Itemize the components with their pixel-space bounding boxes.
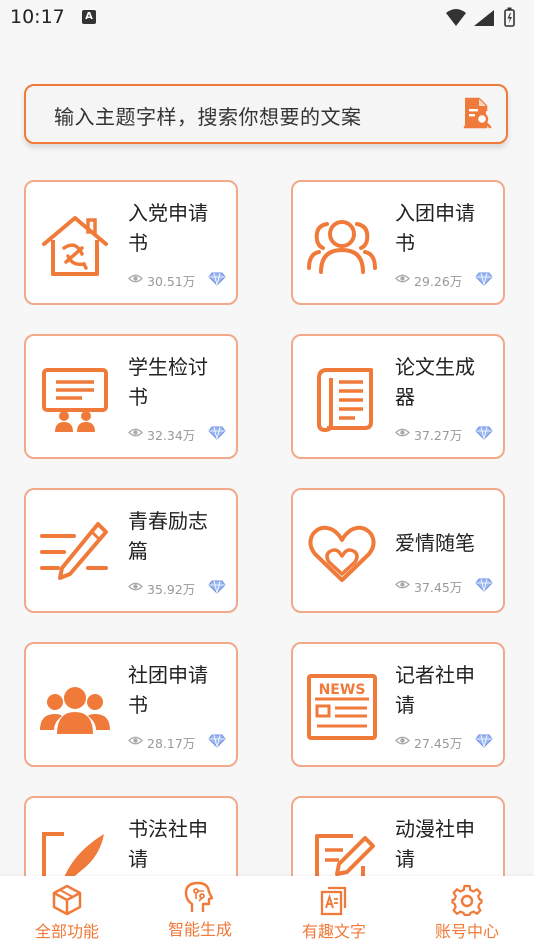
nav-all-functions[interactable]: 全部功能: [12, 884, 122, 948]
card-meta: 29.26万: [395, 270, 493, 289]
card-youth-inspiration[interactable]: 青春励志篇 35.92万: [24, 488, 238, 613]
nav-fun-text[interactable]: 有趣文字: [279, 884, 389, 948]
view-count: 37.27万: [414, 428, 463, 443]
club-people-icon: [40, 687, 110, 734]
view-count: 35.92万: [147, 582, 196, 597]
card-league-application[interactable]: 入团申请书 29.26万: [291, 180, 505, 305]
group-people-icon: [307, 220, 377, 274]
card-meta: 28.17万: [128, 732, 226, 751]
card-meta: 27.45万: [395, 732, 493, 751]
card-meta: 32.34万: [128, 424, 226, 443]
pen-writing-icon: [40, 522, 108, 580]
view-count: 30.51万: [147, 274, 196, 289]
eye-icon: [128, 582, 143, 591]
eye-icon: [128, 736, 143, 745]
card-love-essay[interactable]: 爱情随笔 37.45万: [291, 488, 505, 613]
diamond-icon: [208, 272, 226, 286]
nav-label: 智能生成: [167, 920, 232, 939]
card-student-self-criticism[interactable]: 学生检讨书 32.34万: [24, 334, 238, 459]
card-meta: 35.92万: [128, 578, 226, 597]
nav-label: 账号中心: [434, 922, 499, 941]
diamond-icon: [208, 426, 226, 440]
diamond-icon: [208, 734, 226, 748]
text-document-icon: [320, 886, 347, 916]
diamond-icon: [208, 580, 226, 594]
card-title: 动漫社申请: [395, 817, 475, 871]
status-time: 10:17: [10, 6, 65, 28]
eye-icon: [395, 580, 410, 589]
eye-icon: [128, 274, 143, 283]
diamond-icon: [475, 272, 493, 286]
status-bar: 10:17 A: [0, 0, 534, 38]
search-box[interactable]: 输入主题字样，搜索你想要的文案: [24, 84, 508, 144]
nav-label: 有趣文字: [301, 922, 366, 941]
paper-scroll-icon: [317, 368, 373, 433]
card-title: 入团申请书: [395, 201, 475, 255]
nav-account-center[interactable]: 账号中心: [412, 884, 522, 948]
signal-icon: [474, 10, 494, 26]
card-title: 记者社申请: [395, 663, 475, 717]
card-journalist-club[interactable]: NEWS 记者社申请 27.45万: [291, 642, 505, 767]
diamond-icon: [475, 734, 493, 748]
presentation-board-icon: [42, 368, 108, 432]
card-title: 书法社申请: [128, 817, 208, 871]
nav-smart-generate[interactable]: 智能生成: [145, 880, 255, 944]
search-input[interactable]: 输入主题字样，搜索你想要的文案: [54, 101, 362, 130]
card-meta: 30.51万: [128, 270, 226, 289]
view-count: 27.45万: [414, 736, 463, 751]
news-icon-text: NEWS: [319, 682, 366, 698]
status-icons: [446, 7, 515, 27]
card-title: 青春励志篇: [128, 509, 208, 563]
card-meta: 37.27万: [395, 424, 493, 443]
view-count: 28.17万: [147, 736, 196, 751]
ai-brain-icon: [184, 881, 214, 912]
party-house-icon: [42, 216, 108, 276]
newspaper-icon: NEWS: [307, 674, 377, 740]
box-icon: [52, 884, 82, 916]
card-club-application[interactable]: 社团申请书 28.17万: [24, 642, 238, 767]
document-search-icon[interactable]: [462, 97, 492, 129]
eye-icon: [395, 428, 410, 437]
card-title: 论文生成器: [395, 355, 475, 409]
eye-icon: [395, 736, 410, 745]
card-title: 爱情随笔: [395, 531, 475, 555]
card-title: 学生检讨书: [128, 355, 208, 409]
diamond-icon: [475, 426, 493, 440]
card-title: 入党申请书: [128, 201, 208, 255]
view-count: 37.45万: [414, 580, 463, 595]
gear-icon: [451, 884, 483, 916]
view-count: 32.34万: [147, 428, 196, 443]
notification-icon: A: [82, 10, 96, 24]
card-paper-generator[interactable]: 论文生成器 37.27万: [291, 334, 505, 459]
card-title: 社团申请书: [128, 663, 208, 717]
double-heart-icon: [308, 525, 376, 582]
wifi-icon: [446, 9, 466, 26]
view-count: 29.26万: [414, 274, 463, 289]
card-meta: 37.45万: [395, 576, 493, 595]
eye-icon: [128, 428, 143, 437]
bottom-nav: 全部功能 智能生成 有趣文字 账号中心: [0, 876, 534, 951]
eye-icon: [395, 274, 410, 283]
nav-label: 全部功能: [34, 922, 99, 941]
diamond-icon: [475, 578, 493, 592]
card-party-application[interactable]: 入党申请书 30.51万: [24, 180, 238, 305]
